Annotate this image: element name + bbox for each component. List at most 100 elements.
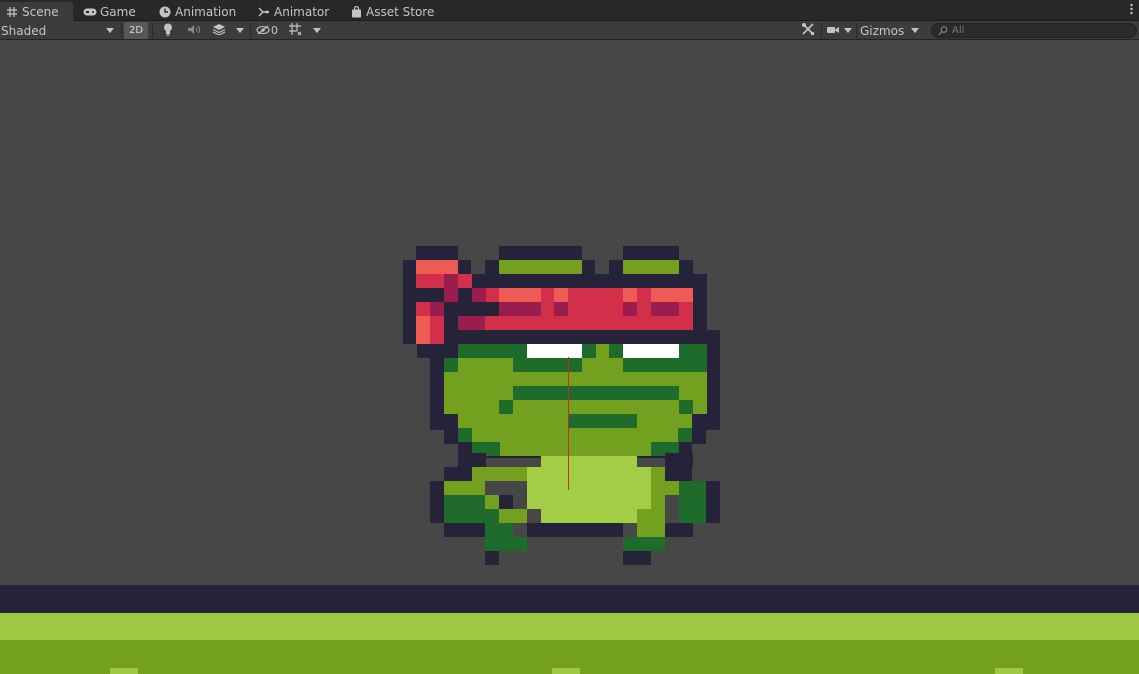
sprite-pixel-block [541,456,637,470]
sprite-pixel-block [679,344,693,358]
sprite-pixel-block [416,260,458,274]
clock-icon [157,4,173,20]
sprite-pixel-block [554,288,568,302]
sprite-pixel-block [623,302,637,316]
sprite-pixel-block [416,246,458,260]
sprite-pixel-block [568,302,623,316]
sprite-pixel-block [637,302,651,316]
hidden-eye-icon [256,24,270,38]
effects-dropdown[interactable] [233,21,247,40]
chevron-down-icon [313,28,321,33]
sprite-pixel-block [706,481,720,523]
ground-highlight [110,668,138,674]
camera-icon [826,24,840,38]
sprite-pixel-block [472,428,678,442]
gamepad-icon [82,4,98,20]
grid-snap-icon [288,22,302,39]
gizmos-button[interactable]: Gizmos [857,21,912,40]
audio-toggle-button[interactable] [183,21,205,40]
tools-button[interactable] [797,21,819,40]
sprite-pixel-block [458,428,472,442]
sprite-pixel-block [665,453,693,467]
tab-animator[interactable]: Animator [252,2,337,21]
toolbar-divider [821,23,822,38]
sprite-pixel-block [623,288,637,302]
effects-toggle-button[interactable] [208,21,230,40]
sprite-pixel-block [665,481,679,495]
tab-label: Game [100,4,136,19]
sprite-pixel-block [444,467,458,481]
sprite-pixel-block [665,523,693,537]
sprite-pixel-block [430,330,444,344]
ground-grass-light [0,613,1139,640]
animator-icon [256,4,272,20]
search-icon [938,26,948,39]
sprite-pixel-block [651,302,679,316]
ground-highlight [552,668,580,674]
chevron-down-icon [911,28,919,33]
toggle-2d-button[interactable]: 2D [124,22,148,39]
sprite-pixel-block [499,260,582,274]
layers-icon [212,23,226,38]
sprite-pixel-block [651,288,693,302]
sprite-pixel-block [485,523,513,551]
sprite-pixel-block [485,467,526,481]
sprite-pixel-block [513,358,582,372]
sprite-pixel-block [679,481,706,523]
tab-bar: Scene Game Animation Animator Asset Stor… [0,0,1139,21]
tab-scene[interactable]: Scene [0,2,73,21]
toolbar-divider [152,23,153,38]
sprite-pixel-block [651,537,665,551]
gizmos-dropdown[interactable] [908,21,922,40]
sprite-pixel-block [416,302,430,316]
scene-viewport[interactable] [0,41,1139,674]
scene-visibility-button[interactable]: 0 [253,21,281,40]
sprite-pixel-block [527,523,623,537]
sprite-pixel-block [485,551,499,565]
scene-search-input[interactable]: All [931,23,1137,38]
sprite-pixel-block [554,302,568,316]
sprite-pixel-block [527,344,582,358]
sprite-pixel-block [623,260,679,274]
chevron-down-icon [236,28,244,33]
sprite-pixel-block [444,481,458,495]
tab-label: Scene [22,4,59,19]
search-placeholder: All [952,25,965,36]
lighting-toggle-button[interactable] [157,21,179,40]
sprite-pixel-block [499,288,541,302]
sprite-pixel-block [499,400,513,414]
speaker-icon [187,24,201,38]
tab-label: Asset Store [366,4,435,19]
camera-button[interactable] [824,21,842,40]
sprite-pixel-block [458,481,485,495]
sprite-pixel-block [623,344,679,358]
sprite-pixel-block [485,495,499,509]
sprite-pixel-block [499,495,513,509]
bag-icon [348,4,364,20]
toggle-2d-label: 2D [128,25,144,36]
tab-label: Animator [274,4,330,19]
shading-mode-dropdown[interactable]: Shaded [0,21,118,40]
kebab-menu-icon[interactable] [1130,3,1133,18]
scene-toolbar: Shaded 2D 0 Gizmos All [0,21,1139,40]
sprite-pixel-block [472,288,486,302]
sprite-pixel-block [679,400,693,414]
shading-mode-label: Shaded [1,23,47,38]
sprite-pixel-block [485,442,665,456]
sprite-pixel-block [623,246,679,260]
grid-snapping-button[interactable] [284,21,306,40]
tab-animation[interactable]: Animation [153,2,244,21]
sprite-pixel-block [416,330,430,344]
selection-pivot-line [568,357,569,490]
camera-dropdown[interactable] [842,21,854,40]
tab-game[interactable]: Game [78,2,144,21]
sprite-pixel-block [485,316,693,330]
unity-scene-window: Scene Game Animation Animator Asset Stor… [0,0,1139,674]
toolbar-divider [121,23,122,38]
sprite-pixel-block [527,481,651,509]
sprite-pixel-block [678,428,692,442]
grid-dropdown[interactable] [310,21,324,40]
tab-asset-store[interactable]: Asset Store [344,2,442,21]
sprite-pixel-block [458,453,486,467]
ninja-frog-sprite[interactable] [0,41,1139,674]
